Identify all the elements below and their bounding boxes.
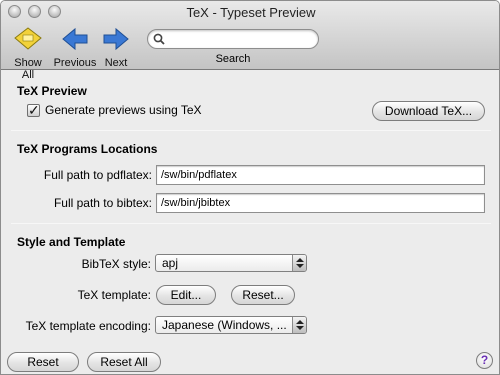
preferences-window: TeX - Typeset Preview Show All Previous <box>0 0 500 375</box>
search-icon <box>153 33 165 48</box>
popup-arrows-icon <box>292 255 306 271</box>
bibtex-style-popup[interactable]: apj <box>155 254 307 272</box>
checkmark-icon: ✓ <box>28 101 40 118</box>
generate-previews-checkbox-row[interactable]: ✓ Generate previews using TeX <box>27 101 202 118</box>
next-label: Next <box>104 57 128 69</box>
window-title: TeX - Typeset Preview <box>186 5 316 20</box>
download-tex-button[interactable]: Download TeX... <box>372 101 485 121</box>
tex-programs-heading: TeX Programs Locations <box>17 142 158 156</box>
bibtex-path-field[interactable]: /sw/bin/jbibtex <box>156 193 485 213</box>
show-all-icon <box>13 27 43 55</box>
search-label: Search <box>215 53 251 65</box>
style-template-heading: Style and Template <box>17 235 126 249</box>
encoding-popup[interactable]: Japanese (Windows, ... <box>155 316 307 334</box>
help-button[interactable]: ? <box>476 352 493 369</box>
pdflatex-label: Full path to pdflatex: <box>43 168 152 182</box>
generate-previews-label: Generate previews using TeX <box>45 103 202 117</box>
search-input[interactable] <box>147 29 319 49</box>
previous-label: Previous <box>53 57 97 69</box>
back-arrow-icon <box>60 27 90 55</box>
toolbar: TeX - Typeset Preview Show All Previous <box>1 1 499 81</box>
generate-previews-checkbox[interactable]: ✓ <box>27 101 40 118</box>
previous-button[interactable]: Previous <box>53 26 97 69</box>
tex-preview-heading: TeX Preview <box>17 84 87 98</box>
separator <box>11 130 491 131</box>
popup-arrows-icon <box>292 317 306 333</box>
bibtex-label: Full path to bibtex: <box>53 196 152 210</box>
reset-button[interactable]: Reset <box>7 352 79 372</box>
next-button[interactable]: Next <box>99 26 133 69</box>
encoding-label: TeX template encoding: <box>25 319 151 333</box>
separator <box>11 223 491 224</box>
edit-template-button[interactable]: Edit... <box>156 285 216 305</box>
bibtex-style-label: BibTeX style: <box>81 257 151 271</box>
tex-template-label: TeX template: <box>77 288 151 302</box>
reset-template-button[interactable]: Reset... <box>231 285 295 305</box>
bibtex-style-value: apj <box>162 256 179 270</box>
pdflatex-path-field[interactable]: /sw/bin/pdflatex <box>156 165 485 185</box>
show-all-button[interactable]: Show All <box>7 26 49 81</box>
show-all-label: Show All <box>14 57 42 81</box>
encoding-value: Japanese (Windows, ... <box>162 318 287 332</box>
forward-arrow-icon <box>101 27 131 55</box>
reset-all-button[interactable]: Reset All <box>87 352 161 372</box>
